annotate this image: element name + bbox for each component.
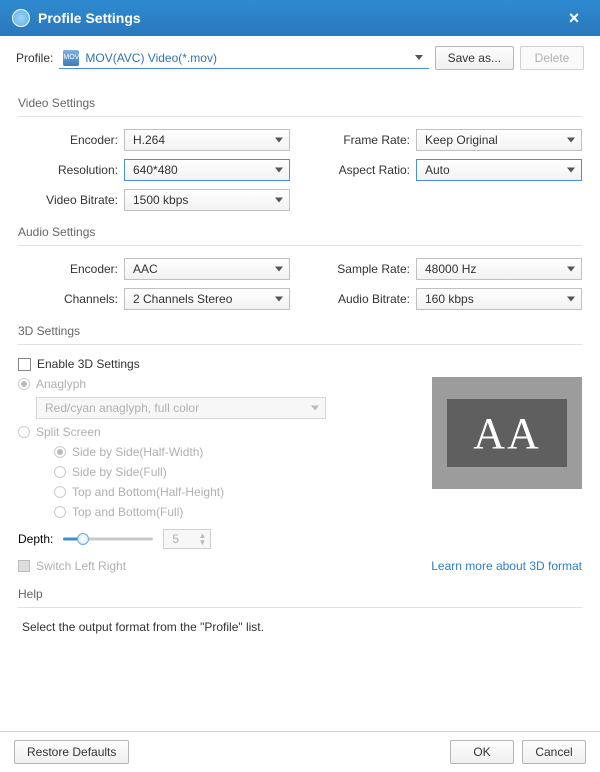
slider-thumb-icon (77, 533, 89, 545)
profile-label: Profile: (16, 51, 53, 65)
cancel-button[interactable]: Cancel (522, 740, 586, 764)
chevron-down-icon (567, 267, 575, 272)
video-encoder-select[interactable]: H.264 (124, 129, 290, 151)
video-encoder-label: Encoder: (18, 133, 118, 147)
profile-bar: Profile: MOV MOV(AVC) Video(*.mov) Save … (0, 36, 600, 76)
enable-3d-checkbox[interactable]: Enable 3D Settings (18, 357, 416, 371)
depth-spinner: 5 ▲▼ (163, 529, 211, 549)
titlebar: Profile Settings × (0, 0, 600, 36)
split-screen-radio: Split Screen (18, 425, 416, 439)
frame-rate-label: Frame Rate: (310, 133, 410, 147)
radio-icon (54, 466, 66, 478)
chevron-down-icon (567, 168, 575, 173)
help-text: Select the output format from the "Profi… (22, 620, 582, 634)
audio-encoder-select[interactable]: AAC (124, 258, 290, 280)
tb-full-radio: Top and Bottom(Full) (54, 505, 416, 519)
chevron-down-icon (275, 297, 283, 302)
ok-button[interactable]: OK (450, 740, 514, 764)
video-section-title: Video Settings (18, 96, 582, 110)
threed-preview: AA (432, 377, 582, 489)
switch-left-right-checkbox: Switch Left Right (18, 559, 126, 573)
chevron-down-icon (567, 138, 575, 143)
title-text: Profile Settings (38, 10, 141, 26)
learn-more-link[interactable]: Learn more about 3D format (431, 559, 582, 573)
mov-format-icon: MOV (63, 50, 79, 66)
threed-section-title: 3D Settings (18, 324, 582, 338)
spinner-arrows-icon: ▲▼ (198, 532, 206, 546)
chevron-down-icon (311, 406, 319, 411)
chevron-down-icon (275, 168, 283, 173)
divider (18, 245, 582, 246)
divider (18, 344, 582, 345)
chevron-down-icon (415, 55, 423, 60)
sample-rate-label: Sample Rate: (310, 262, 410, 276)
divider (18, 607, 582, 608)
audio-bitrate-label: Audio Bitrate: (310, 292, 410, 306)
anaglyph-radio: Anaglyph (18, 377, 416, 391)
delete-button: Delete (520, 46, 584, 70)
chevron-down-icon (567, 297, 575, 302)
checkbox-icon (18, 358, 31, 371)
anaglyph-type-select: Red/cyan anaglyph, full color (36, 397, 326, 419)
radio-icon (18, 426, 30, 438)
chevron-down-icon (275, 138, 283, 143)
sbs-full-radio: Side by Side(Full) (54, 465, 416, 479)
tb-half-radio: Top and Bottom(Half-Height) (54, 485, 416, 499)
channels-label: Channels: (18, 292, 118, 306)
restore-defaults-button[interactable]: Restore Defaults (14, 740, 129, 764)
sample-rate-select[interactable]: 48000 Hz (416, 258, 582, 280)
save-as-button[interactable]: Save as... (435, 46, 514, 70)
footer: Restore Defaults OK Cancel (0, 731, 600, 772)
audio-encoder-label: Encoder: (18, 262, 118, 276)
radio-icon (54, 506, 66, 518)
depth-label: Depth: (18, 532, 53, 546)
chevron-down-icon (275, 267, 283, 272)
chevron-down-icon (275, 198, 283, 203)
resolution-label: Resolution: (18, 163, 118, 177)
audio-section-title: Audio Settings (18, 225, 582, 239)
sbs-half-radio: Side by Side(Half-Width) (54, 445, 416, 459)
radio-icon (54, 486, 66, 498)
channels-select[interactable]: 2 Channels Stereo (124, 288, 290, 310)
video-bitrate-select[interactable]: 1500 kbps (124, 189, 290, 211)
content-area: Video Settings Encoder: H.264 Frame Rate… (0, 76, 600, 731)
preview-image: AA (447, 399, 567, 467)
aspect-ratio-label: Aspect Ratio: (310, 163, 410, 177)
profile-select[interactable]: MOV MOV(AVC) Video(*.mov) (59, 47, 428, 69)
divider (18, 116, 582, 117)
radio-icon (54, 446, 66, 458)
profile-value: MOV(AVC) Video(*.mov) (85, 51, 217, 65)
close-icon[interactable]: × (560, 4, 588, 32)
video-bitrate-label: Video Bitrate: (18, 193, 118, 207)
checkbox-icon (18, 560, 30, 572)
aspect-ratio-select[interactable]: Auto (416, 159, 582, 181)
app-icon (12, 9, 30, 27)
depth-slider[interactable] (63, 532, 153, 546)
radio-icon (18, 378, 30, 390)
help-section-title: Help (18, 587, 582, 601)
resolution-select[interactable]: 640*480 (124, 159, 290, 181)
audio-bitrate-select[interactable]: 160 kbps (416, 288, 582, 310)
frame-rate-select[interactable]: Keep Original (416, 129, 582, 151)
